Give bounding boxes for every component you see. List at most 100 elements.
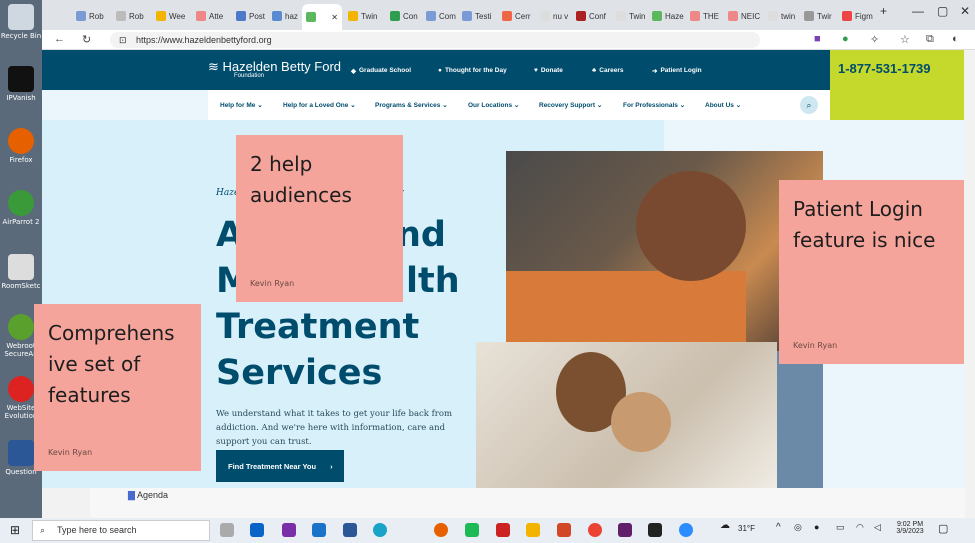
browser-tab[interactable]: Haze (648, 6, 684, 26)
back-arrow-icon[interactable]: ← (54, 33, 65, 45)
nav-help-for-me[interactable]: Help for Me ⌄ (220, 101, 263, 109)
volume-icon[interactable]: ◁ (874, 522, 881, 533)
tab-label: THE (703, 11, 719, 21)
extension-icon[interactable]: ● (842, 33, 849, 45)
browser-tab[interactable]: Testi (458, 6, 498, 26)
maximize-button[interactable]: ▢ (937, 4, 948, 18)
tab-label: Twin (361, 11, 378, 21)
browser-tab[interactable]: twin (764, 6, 800, 26)
chevron-up-icon[interactable]: ^ (776, 522, 781, 533)
wifi-icon[interactable]: ◠ (856, 522, 864, 533)
nav-recovery-support[interactable]: Recovery Support ⌄ (539, 101, 602, 109)
browser-tab[interactable]: Twir (800, 6, 836, 26)
phone-number[interactable]: 1-877-531-1739 (830, 50, 964, 120)
browser-tab[interactable]: Wee (152, 6, 190, 26)
browser-tab[interactable]: Rob (112, 6, 150, 26)
tab-favicon-icon (390, 11, 400, 21)
browser-tab[interactable]: THE (686, 6, 722, 26)
nav-label: Recovery Support (539, 102, 595, 109)
minimize-button[interactable]: — (912, 4, 924, 18)
search-placeholder: Type here to search (57, 525, 137, 535)
find-treatment-button[interactable]: Find Treatment Near You › (216, 450, 344, 482)
browser-tab[interactable]: Post (232, 6, 270, 26)
top-link-patient-login[interactable]: ➜ Patient Login (652, 67, 702, 75)
nav-for-professionals[interactable]: For Professionals ⌄ (623, 101, 685, 109)
nav-programs-services[interactable]: Programs & Services ⌄ (375, 101, 448, 109)
weather-temp[interactable]: 31°F (738, 524, 755, 533)
nav-about-us[interactable]: About Us ⌄ (705, 101, 741, 109)
refresh-icon[interactable]: ↻ (82, 33, 91, 46)
desktop-icon-recycle-bin[interactable]: Recycle Bin (0, 4, 42, 40)
notifications-icon[interactable]: ▢ (938, 522, 948, 535)
acrobat-icon[interactable] (496, 523, 510, 537)
edge-icon[interactable] (373, 523, 387, 537)
sticky-note[interactable]: Patient Login feature is nice Kevin Ryan (779, 180, 964, 364)
taskbar-search-input[interactable]: ⌕ Type here to search (32, 520, 210, 541)
powerpoint-icon[interactable] (557, 523, 571, 537)
tab-label: Post (249, 11, 266, 21)
browser-tab[interactable]: nu v (536, 6, 572, 26)
browser-tab[interactable]: Con (386, 6, 422, 26)
chrome-icon[interactable] (588, 523, 602, 537)
firefox-icon[interactable] (434, 523, 448, 537)
browser-tab-active[interactable]: ✕ (302, 4, 342, 30)
weather-icon[interactable]: ☁ (720, 520, 730, 531)
browser-tab[interactable]: Twin (344, 6, 384, 26)
sticky-note[interactable]: Comprehens ive set of features Kevin Rya… (34, 304, 201, 471)
zoom-icon[interactable] (679, 523, 693, 537)
top-link-donate[interactable]: ♥ Donate (534, 67, 563, 74)
tab-favicon-icon (728, 11, 738, 21)
nav-help-for-loved-one[interactable]: Help for a Loved One ⌄ (283, 101, 356, 109)
network-tray-icon[interactable]: ◎ (794, 522, 802, 533)
collections-tab-icon[interactable]: ⧉ (926, 33, 934, 46)
browser-tab[interactable]: Rob (72, 6, 110, 26)
slack-icon[interactable] (618, 523, 632, 537)
close-tab-icon[interactable]: ✕ (331, 13, 342, 22)
tab-label: NEIC (741, 11, 761, 21)
site-logo[interactable]: ≋ Hazelden Betty Ford Foundation (208, 59, 341, 79)
browser-tab[interactable]: Cerr (498, 6, 536, 26)
collections-icon[interactable]: ■ (814, 33, 821, 45)
top-link-careers[interactable]: ♣ Careers (592, 67, 623, 74)
desktop-icon-airparrot[interactable]: AirParrot 2 (0, 190, 42, 226)
clock[interactable]: 9:02 PM 3/9/2023 (890, 521, 930, 535)
desktop-icon-ipvanish[interactable]: IPVanish (0, 66, 42, 102)
browser-tab[interactable]: Atte (192, 6, 230, 26)
browser-tab[interactable]: Figm (838, 6, 874, 26)
top-link-graduate-school[interactable]: ◆ Graduate School (351, 67, 411, 75)
sticky-note[interactable]: 2 help audiences Kevin Ryan (236, 135, 403, 302)
top-link-thought-for-the-day[interactable]: ● Thought for the Day (438, 67, 507, 74)
browser-tab[interactable]: NEIC (724, 6, 762, 26)
heart-icon: ♥ (534, 67, 538, 74)
site-search-button[interactable]: ⌕ (800, 96, 818, 114)
nav-our-locations[interactable]: Our Locations ⌄ (468, 101, 519, 109)
file-explorer-icon[interactable] (526, 523, 540, 537)
security-tray-icon[interactable]: ● (814, 522, 819, 532)
word-icon[interactable] (343, 523, 357, 537)
hulu-icon[interactable] (465, 523, 479, 537)
desktop-icon-roomsketcher[interactable]: RoomSketc (0, 254, 42, 290)
outlook-icon[interactable] (250, 523, 264, 537)
extensions-icon[interactable]: ✧ (870, 33, 879, 46)
onenote-icon[interactable] (282, 523, 296, 537)
tab-favicon-icon (652, 11, 662, 21)
battery-icon[interactable]: ▭ (836, 522, 845, 533)
agenda-item[interactable]: ▇ Agenda (128, 490, 168, 501)
url-input[interactable]: ⊡ https://www.hazeldenbettyford.org (110, 32, 760, 48)
browser-tab[interactable]: Twin (612, 6, 648, 26)
favorites-icon[interactable]: ☆ (900, 33, 910, 46)
windows-start-icon[interactable]: ⊞ (10, 523, 20, 537)
desktop-icon-firefox[interactable]: Firefox (0, 128, 42, 164)
tab-favicon-icon (156, 11, 166, 21)
browser-tab[interactable]: haz (268, 6, 302, 26)
close-window-button[interactable]: ✕ (960, 4, 970, 18)
top-link-label: Donate (540, 67, 563, 74)
browser-tab[interactable]: Com (422, 6, 458, 26)
new-tab-button[interactable]: + (880, 4, 887, 18)
task-view-icon[interactable] (220, 523, 234, 537)
browser-tab[interactable]: Conf (572, 6, 612, 26)
mail-icon[interactable] (312, 523, 326, 537)
tab-label: Testi (475, 11, 492, 21)
app-icon[interactable] (648, 523, 662, 537)
profile-icon[interactable]: ◐ (952, 33, 959, 45)
